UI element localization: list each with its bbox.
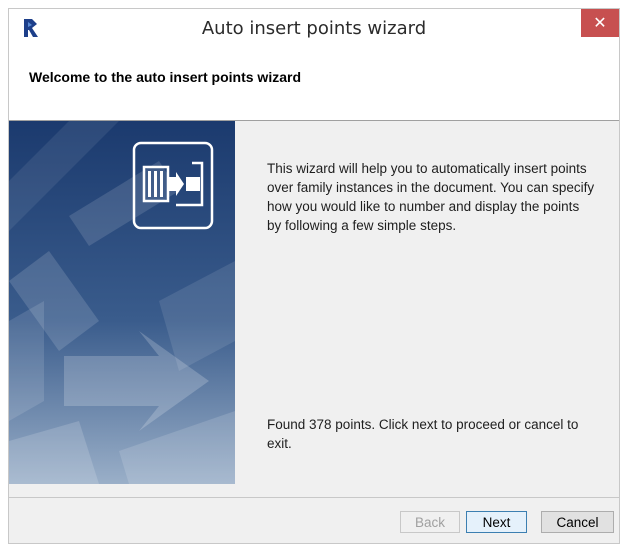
- next-button[interactable]: Next: [466, 511, 527, 533]
- button-bar: Back Next Cancel: [9, 497, 619, 543]
- wizard-content: This wizard will help you to automatical…: [9, 121, 619, 497]
- window-title: Auto insert points wizard: [201, 18, 427, 39]
- intro-text: This wizard will help you to automatical…: [267, 161, 595, 233]
- insert-points-icon: [132, 141, 214, 230]
- close-button[interactable]: ✕: [581, 9, 619, 37]
- close-icon: ✕: [593, 15, 607, 32]
- wizard-header: Welcome to the auto insert points wizard: [9, 47, 619, 121]
- title-bar: Auto insert points wizard ✕: [9, 9, 619, 47]
- intro-panel: This wizard will help you to automatical…: [267, 159, 597, 235]
- page-title: Welcome to the auto insert points wizard: [29, 69, 301, 85]
- side-banner-image: [9, 121, 235, 484]
- cancel-button[interactable]: Cancel: [541, 511, 614, 533]
- status-text: Found 378 points. Click next to proceed …: [267, 417, 579, 451]
- back-button[interactable]: Back: [400, 511, 460, 533]
- wizard-window: Auto insert points wizard ✕ Welcome to t…: [8, 8, 620, 544]
